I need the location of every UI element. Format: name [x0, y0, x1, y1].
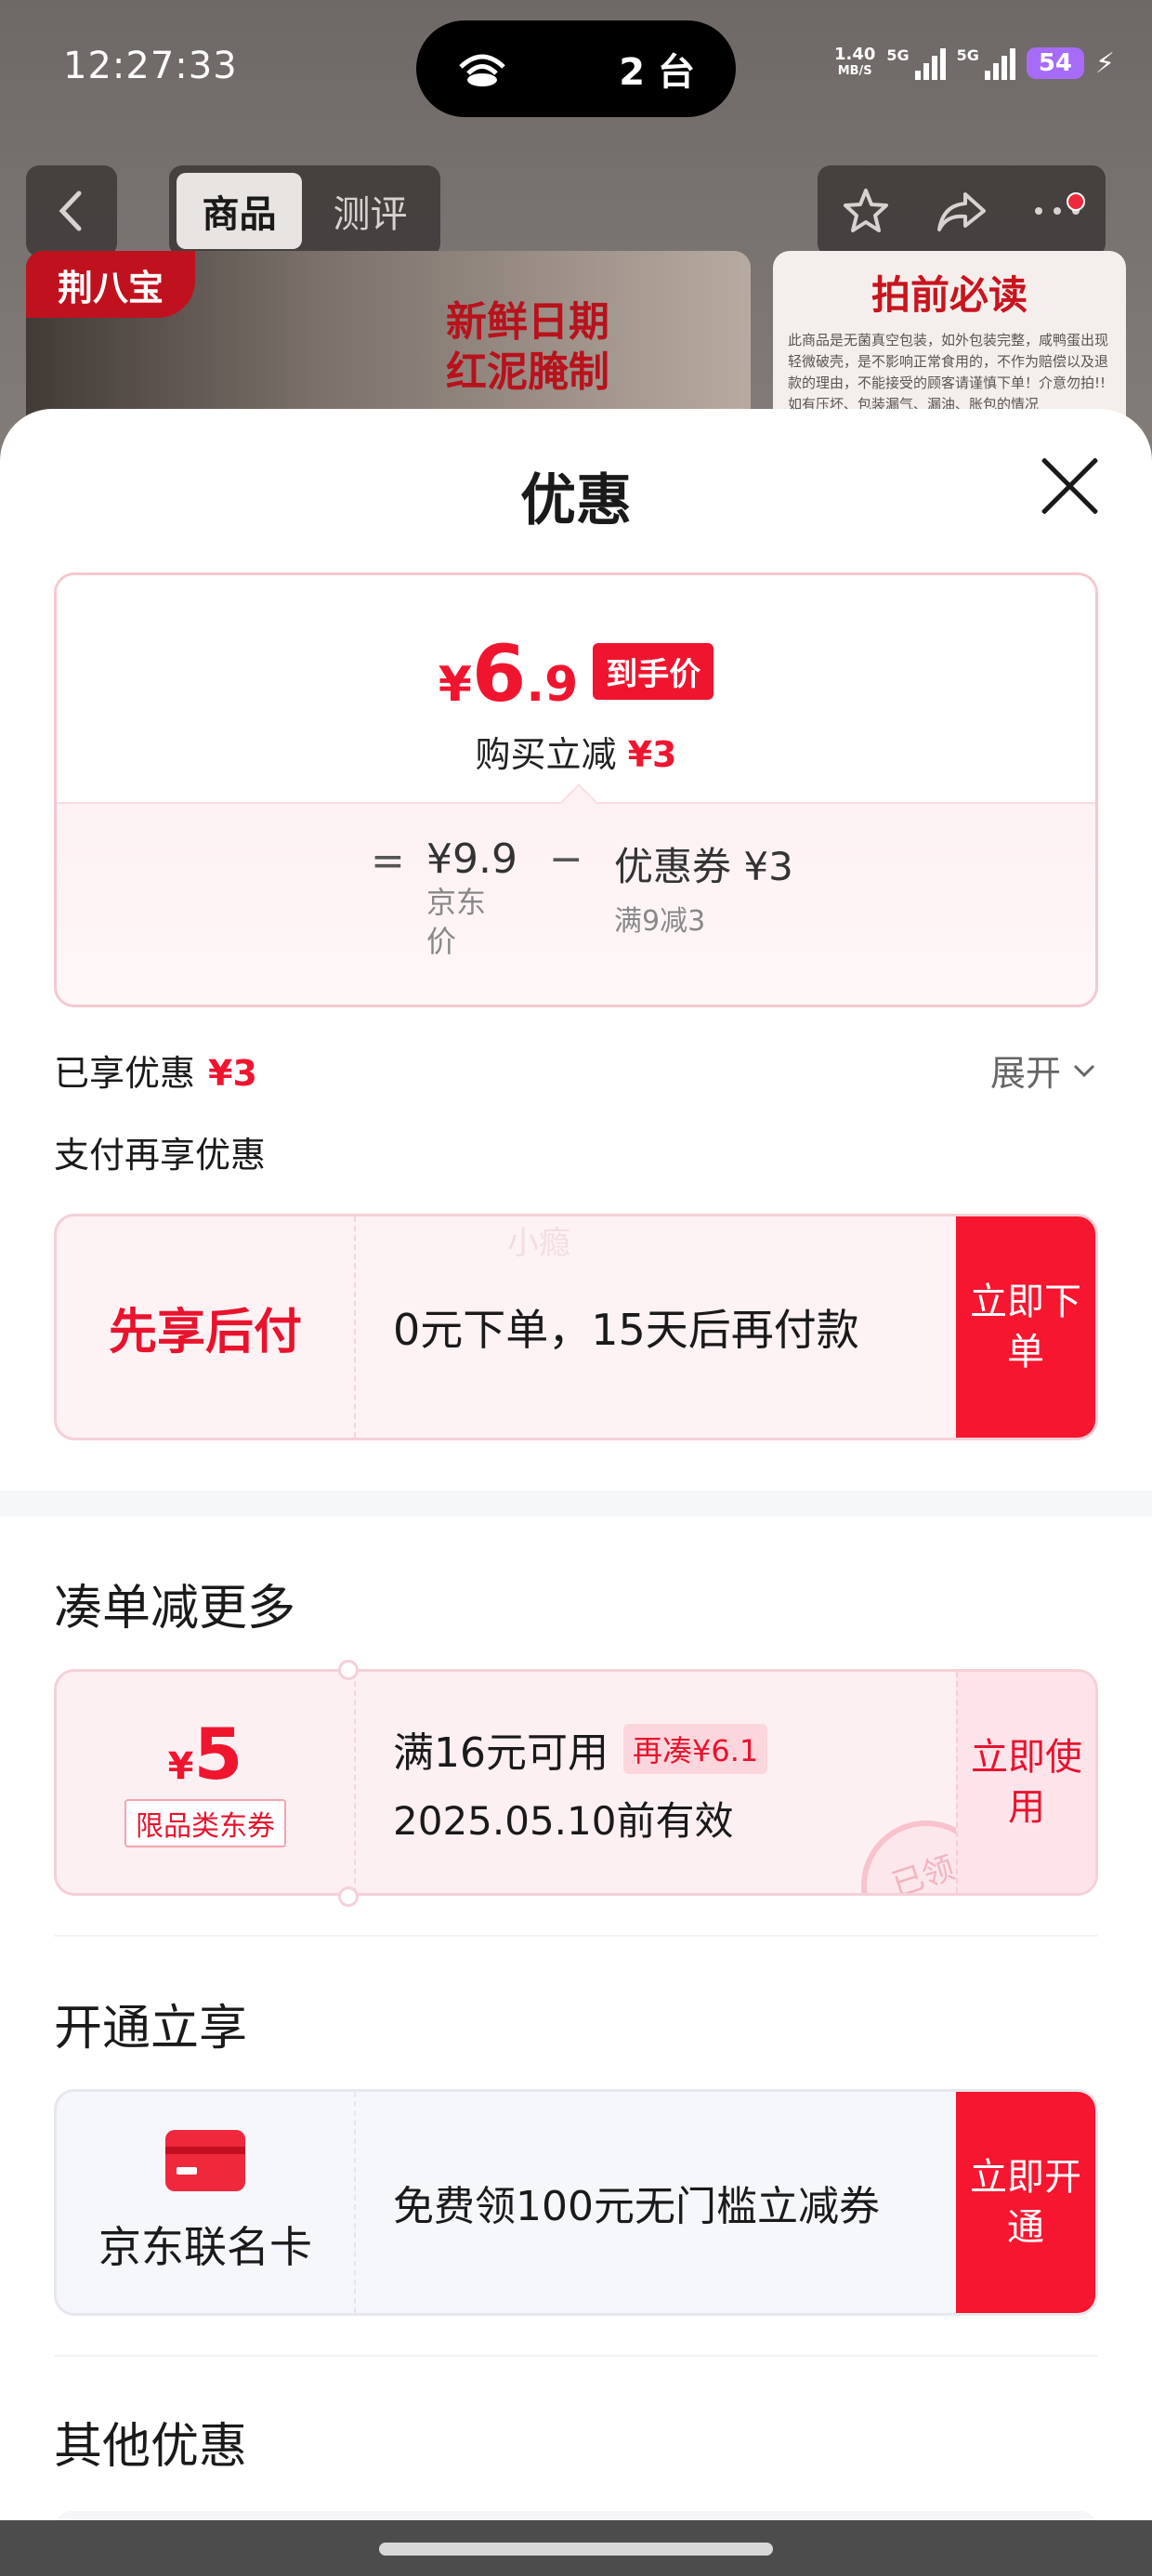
enjoyed-discount: 已享优惠 ¥3 [54, 1053, 257, 1094]
system-indicators: 1.40 MB/S 5G 5G 54 ⚡ [834, 46, 1115, 80]
co-brand-card-offer: 免费领100元无门槛立减券 [393, 2183, 880, 2230]
instant-discount: 购买立减 ¥3 [475, 734, 677, 775]
signal-label-2: 5G [956, 46, 979, 64]
clock: 12:27:33 [63, 45, 238, 87]
co-brand-card-label: 京东联名卡 [98, 2222, 312, 2272]
notice-body: 此商品是无菌真空包装，如外包装完整，咸鸭蛋出现轻微破壳，是不影响正常食用的，不作… [788, 332, 1109, 413]
coupon-card[interactable]: ¥5 限品类东券 满16元可用 再凑¥6.1 2025.05.10前有效 已领 … [54, 1669, 1098, 1896]
coupon-expiry: 2025.05.10前有效 [393, 1797, 734, 1844]
co-brand-card[interactable]: 京东联名卡 免费领100元无门槛立减券 立即开通 [54, 2089, 1098, 2316]
tab-product[interactable]: 商品 [177, 173, 302, 249]
member-section-title: 开通立享 [54, 2001, 248, 2057]
pay-later-description: 0元下单，15天后再付款 [393, 1305, 859, 1355]
pay-section-title: 支付再享优惠 [54, 1135, 267, 1176]
divider [354, 2092, 356, 2313]
activate-now-button[interactable]: 立即开通 [956, 2092, 1095, 2313]
coupon-amount: ¥5 [167, 1713, 243, 1795]
watermark: 小瘾 [507, 1225, 570, 1262]
tab-review[interactable]: 测评 [308, 173, 433, 249]
final-price-badge: 到手价 [593, 643, 714, 700]
connection-icon [457, 50, 507, 87]
coupon-notch [338, 1886, 359, 1907]
bundle-section-title: 凑单减更多 [54, 1581, 296, 1636]
signal-bars-icon [914, 46, 946, 80]
banner-headline: 新鲜日期 红泥腌制 [446, 298, 609, 396]
close-icon[interactable] [1039, 455, 1100, 517]
signal-bars-icon [984, 46, 1015, 80]
chevron-left-icon [59, 191, 82, 231]
equals-sign: = [371, 837, 405, 885]
sheet-title: 优惠 [520, 468, 632, 533]
network-speed: 1.40 MB/S [833, 45, 876, 79]
other-section-title: 其他优惠 [54, 2419, 248, 2475]
home-indicator[interactable] [379, 2543, 773, 2556]
brand-tag: 荆八宝 [26, 251, 196, 318]
product-nav-bar: 商品 测评 [0, 165, 1152, 256]
price-breakdown: = ¥9.9 京东价 − 优惠券 ¥3 满9减3 [57, 783, 1095, 1005]
island-text: 2 台 [619, 51, 695, 94]
base-price: ¥9.9 京东价 [426, 835, 517, 959]
section-divider [0, 1491, 1152, 1517]
charging-icon: ⚡ [1094, 46, 1115, 80]
use-now-button[interactable]: 立即使用 [956, 1672, 1095, 1893]
add-more-chip: 再凑¥6.1 [623, 1723, 768, 1774]
final-price: ¥6.9 [438, 628, 579, 719]
nav-tabs: 商品 测评 [169, 165, 440, 256]
coupon-type-tag: 限品类东券 [124, 1799, 286, 1847]
coupon-condition: 满16元可用 再凑¥6.1 [393, 1719, 768, 1779]
discount-sheet: 优惠 ¥6.9 到手价 购买立减 ¥3 = ¥9.9 京东价 − 优惠券 ¥3 … [0, 409, 1152, 2520]
credit-card-icon [165, 2130, 245, 2191]
chevron-down-icon [1073, 1064, 1095, 1077]
back-button[interactable] [26, 165, 117, 256]
divider [54, 2355, 1098, 2357]
nav-actions [818, 165, 1106, 256]
order-now-button[interactable]: 立即下单 [956, 1216, 1095, 1438]
battery-icon: 54 [1026, 47, 1084, 79]
pay-later-label: 先享后付 [108, 1304, 302, 1360]
divider [354, 1672, 356, 1893]
share-icon[interactable] [932, 181, 991, 241]
divider [354, 1216, 356, 1438]
final-price-card: ¥6.9 到手价 购买立减 ¥3 = ¥9.9 京东价 − 优惠券 ¥3 满9减… [54, 572, 1098, 1007]
dynamic-island[interactable]: 2 台 [416, 20, 736, 117]
star-icon[interactable] [836, 181, 896, 241]
signal-label-1: 5G [886, 46, 910, 64]
coupon-deduction: 优惠券 ¥3 满9减3 [614, 844, 793, 938]
other-offers-card[interactable] [54, 2511, 1098, 2520]
more-icon[interactable] [1028, 181, 1087, 241]
divider [54, 1935, 1098, 1937]
coupon-notch [338, 1660, 359, 1680]
minus-sign: − [549, 835, 583, 883]
notice-title: 拍前必读 [871, 272, 1028, 318]
expand-button[interactable]: 展开 [990, 1045, 1098, 1096]
status-bar: 12:27:33 2 台 1.40 MB/S 5G 5G 54 ⚡ [0, 0, 1152, 139]
gesture-bar [0, 2520, 1152, 2576]
pay-later-card[interactable]: 先享后付 0元下单，15天后再付款 立即下单 [54, 1214, 1098, 1440]
